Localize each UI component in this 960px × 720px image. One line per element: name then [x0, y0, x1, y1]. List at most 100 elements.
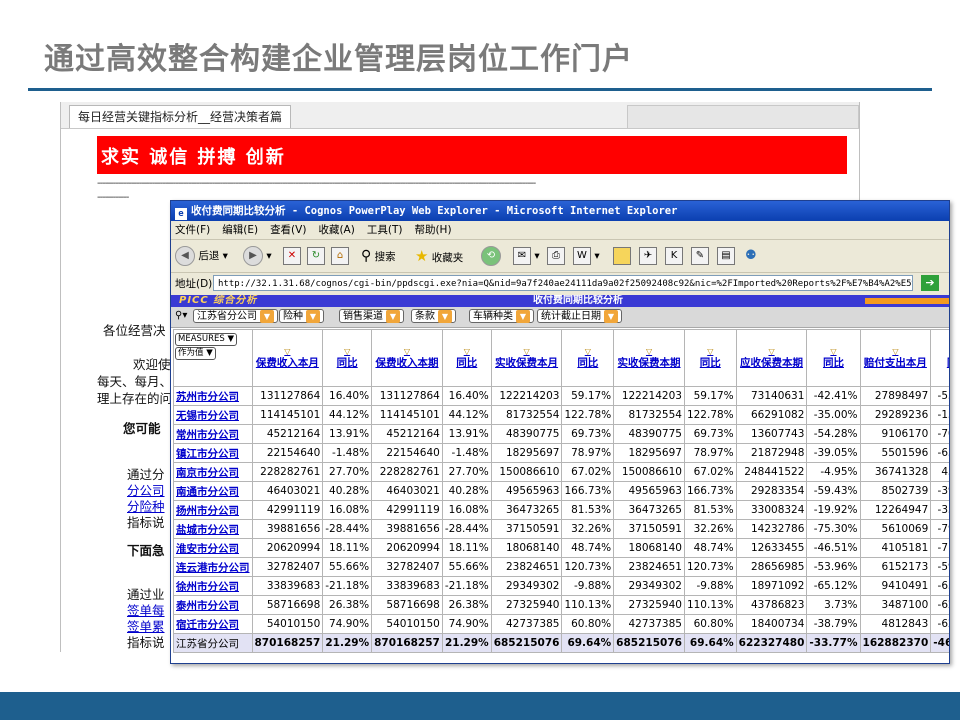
- mail-button[interactable]: ✉ ▾: [513, 246, 540, 266]
- measures-selector[interactable]: MEASURES ▼ 作为值 ▼: [173, 329, 253, 387]
- table-cell: 18295697: [490, 443, 563, 463]
- table-cell: -62.22%: [930, 595, 949, 615]
- measures-dropdown[interactable]: MEASURES ▼: [175, 333, 238, 346]
- table-cell: 114145101: [251, 405, 324, 425]
- column-header[interactable]: ▽同比: [806, 329, 861, 387]
- column-header[interactable]: ▽同比: [441, 329, 492, 387]
- tool-button-book[interactable]: ▤: [717, 246, 735, 266]
- table-cell: 36473265: [613, 500, 685, 520]
- table-cell: -1.48%: [441, 443, 492, 463]
- column-header[interactable]: ▽同比: [322, 329, 373, 387]
- row-name[interactable]: 南京市分公司: [173, 462, 253, 482]
- table-cell: 81.53%: [561, 500, 615, 520]
- edit-button[interactable]: W ▾: [573, 246, 600, 266]
- back-button[interactable]: ◀ 后退 ▾: [175, 246, 228, 266]
- column-header[interactable]: ▽ 保费收入本期: [371, 329, 443, 387]
- row-name[interactable]: 盐城市分公司: [173, 519, 253, 539]
- column-header[interactable]: ▽ 实收保费本期: [613, 329, 685, 387]
- dimension-channel[interactable]: 销售渠道 ▼: [339, 309, 404, 323]
- table-cell: 18400734: [735, 614, 808, 634]
- table-cell: 20620994: [371, 538, 443, 558]
- triangle-down-icon: ▽: [463, 346, 470, 356]
- row-name[interactable]: 无锡市分公司: [173, 405, 253, 425]
- word-icon: W: [573, 247, 591, 265]
- dimension-vehicle-type[interactable]: 车辆种类 ▼: [469, 309, 534, 323]
- forward-button[interactable]: ▶ ▾: [243, 246, 272, 266]
- table-cell: 58716698: [251, 595, 324, 615]
- tool-button-pen[interactable]: ✎: [691, 246, 709, 266]
- row-name[interactable]: 连云港市分公司: [173, 557, 253, 577]
- tool-button-people[interactable]: ⚉: [745, 246, 757, 266]
- table-cell: 13607743: [735, 424, 808, 444]
- print-button[interactable]: ⎙: [547, 246, 565, 266]
- table-cell: 45212164: [371, 424, 443, 444]
- dimension-clause[interactable]: 条款 ▼: [411, 309, 456, 323]
- row-name[interactable]: 江苏省分公司: [173, 633, 253, 653]
- column-header[interactable]: ▽ 赔付支出本月: [859, 329, 932, 387]
- row-name[interactable]: 南通市分公司: [173, 481, 253, 501]
- row-name[interactable]: 扬州市分公司: [173, 500, 253, 520]
- table-cell: 33839683: [371, 576, 443, 596]
- table-cell: 16.08%: [441, 500, 492, 520]
- table-cell: 42991119: [251, 500, 324, 520]
- table-cell: 67.02%: [561, 462, 615, 482]
- table-cell: -39.05%: [806, 443, 861, 463]
- ie-title-bar[interactable]: e 收付费同期比较分析 - Cognos PowerPlay Web Explor…: [171, 201, 949, 221]
- tool-button-k[interactable]: K: [665, 246, 683, 266]
- table-cell: 18.11%: [322, 538, 373, 558]
- column-header[interactable]: ▽ 应收保费本期: [735, 329, 808, 387]
- row-name[interactable]: 苏州市分公司: [173, 386, 253, 406]
- column-header[interactable]: ▽ 实收保费本月: [490, 329, 563, 387]
- refresh-icon: ↻: [307, 247, 325, 265]
- column-header[interactable]: ▽同比: [683, 329, 737, 387]
- dimension-tool-icon[interactable]: ⚲▾: [175, 310, 187, 321]
- menu-favorites[interactable]: 收藏(A): [318, 224, 354, 236]
- dimension-insurance-type[interactable]: 险种 ▼: [279, 309, 324, 323]
- go-button[interactable]: ➔: [921, 275, 939, 291]
- folder-button[interactable]: [613, 246, 631, 266]
- table-cell: 162882370: [859, 633, 932, 653]
- row-name[interactable]: 淮安市分公司: [173, 538, 253, 558]
- stop-icon: ✕: [283, 247, 301, 265]
- messenger-button[interactable]: ✈: [639, 246, 657, 266]
- table-cell: 43786823: [735, 595, 808, 615]
- menu-view[interactable]: 查看(V): [270, 224, 306, 236]
- table-cell: -79.07%: [930, 519, 949, 539]
- history-icon: ⟲: [481, 246, 501, 266]
- value-dropdown[interactable]: 作为值 ▼: [175, 347, 216, 360]
- table-cell: -19.92%: [806, 500, 861, 520]
- stop-button[interactable]: ✕: [283, 246, 301, 266]
- dimension-cutoff-date[interactable]: 统计截止日期 ▼: [537, 309, 622, 323]
- home-button[interactable]: ⌂: [331, 246, 349, 266]
- menu-file[interactable]: 文件(F): [175, 224, 210, 236]
- history-button[interactable]: ⟲: [481, 246, 501, 266]
- column-header[interactable]: ▽ 保费收入本月: [251, 329, 324, 387]
- row-name[interactable]: 镇江市分公司: [173, 443, 253, 463]
- column-header[interactable]: ▽同比: [930, 329, 949, 387]
- table-row: 淮安市分公司 20620994 18.11% 20620994 18.11% 180681…: [173, 538, 949, 558]
- menu-edit[interactable]: 编辑(E): [222, 224, 258, 236]
- table-cell: 46403021: [371, 481, 443, 501]
- refresh-button[interactable]: ↻: [307, 246, 325, 266]
- picc-logo: PICC 综合分析: [179, 295, 258, 306]
- address-input[interactable]: http://32.1.31.68/cognos/cgi-bin/ppdscgi…: [213, 275, 913, 291]
- search-button[interactable]: ⚲ 搜索: [361, 246, 396, 266]
- row-name[interactable]: 泰州市分公司: [173, 595, 253, 615]
- table-cell: 18971092: [735, 576, 808, 596]
- dimension-branch[interactable]: 江苏省分公司 ▼: [193, 309, 278, 323]
- table-cell: 29349302: [490, 576, 563, 596]
- portal-tab[interactable]: 每日经营关键指标分析__经营决策者篇: [69, 105, 292, 128]
- table-cell: -33.99%: [930, 500, 949, 520]
- column-header[interactable]: ▽同比: [561, 329, 615, 387]
- table-cell: 22154640: [371, 443, 443, 463]
- ie-window: e 收付费同期比较分析 - Cognos PowerPlay Web Explor…: [170, 200, 950, 664]
- table-cell: 26.38%: [441, 595, 492, 615]
- total-row: 江苏省分公司 870168257 21.29% 870168257 21.29% 6852…: [173, 633, 949, 653]
- menu-tools[interactable]: 工具(T): [367, 224, 403, 236]
- row-name[interactable]: 徐州市分公司: [173, 576, 253, 596]
- row-name[interactable]: 常州市分公司: [173, 424, 253, 444]
- table-cell: 69.64%: [683, 633, 737, 653]
- menu-help[interactable]: 帮助(H): [414, 224, 451, 236]
- row-name[interactable]: 宿迁市分公司: [173, 614, 253, 634]
- favorites-button[interactable]: ★ 收藏夹: [415, 246, 463, 266]
